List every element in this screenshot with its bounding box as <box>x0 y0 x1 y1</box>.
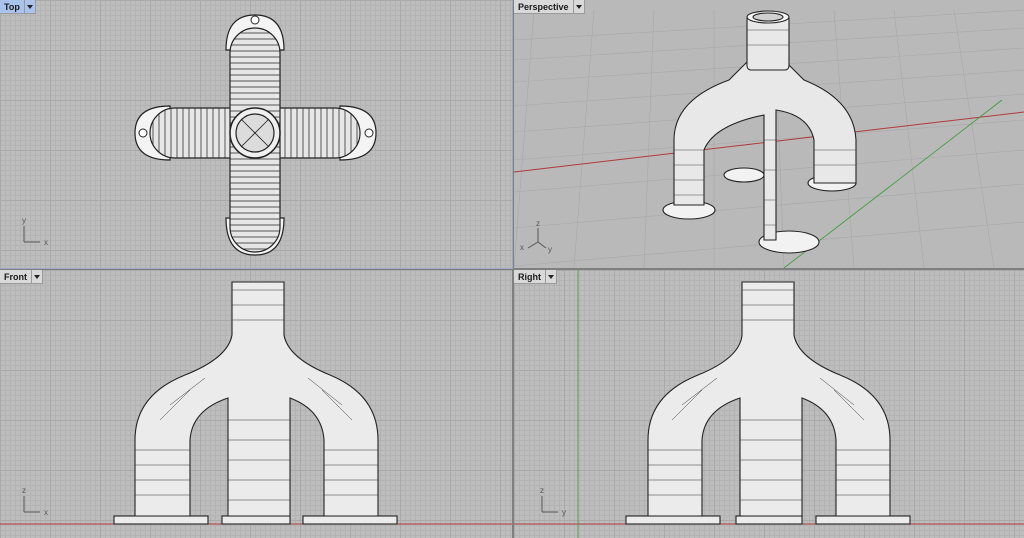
front-view-model <box>0 281 512 525</box>
viewport-right[interactable]: z y Right <box>514 270 1024 538</box>
top-view-model <box>23 14 377 256</box>
viewport-front[interactable]: z x Front <box>0 270 512 538</box>
chevron-down-icon[interactable] <box>31 270 42 283</box>
tab-perspective[interactable]: Perspective <box>514 0 585 14</box>
right-view-model <box>514 270 1024 538</box>
perspective-grid <box>514 9 1024 268</box>
viewport-title-top: Top <box>4 2 20 12</box>
viewport-top[interactable]: y x Top <box>0 0 513 269</box>
viewport-perspective[interactable]: z x y Perspective <box>514 0 1024 268</box>
chevron-down-icon[interactable] <box>23 0 35 13</box>
chevron-down-icon[interactable] <box>545 270 556 283</box>
tab-front[interactable]: Front <box>0 270 43 284</box>
tab-right[interactable]: Right <box>514 270 557 284</box>
viewport-title-right: Right <box>518 272 541 282</box>
viewport-title-front: Front <box>4 272 27 282</box>
tab-top[interactable]: Top <box>0 0 36 14</box>
viewport-title-perspective: Perspective <box>518 2 569 12</box>
chevron-down-icon[interactable] <box>572 0 584 13</box>
